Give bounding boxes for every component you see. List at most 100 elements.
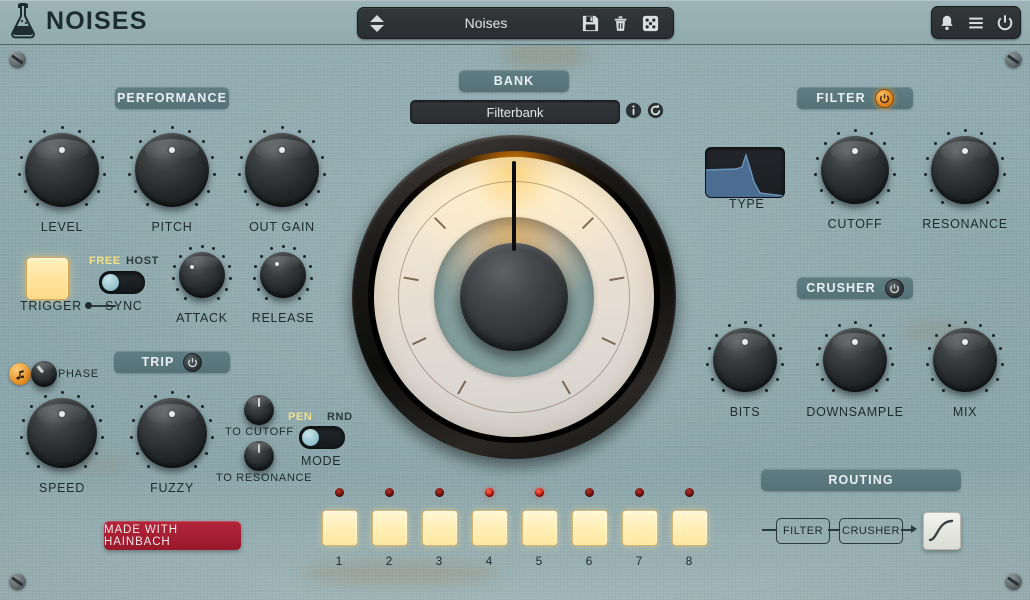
lowpass-curve-icon — [706, 148, 784, 197]
attack-knob[interactable]: ATTACK — [171, 244, 233, 325]
knob-dial[interactable] — [129, 390, 215, 476]
filter-type-display[interactable] — [705, 147, 785, 198]
pad-button[interactable] — [672, 510, 708, 546]
bits-knob-label: BITS — [730, 405, 761, 419]
panel-screw — [9, 51, 26, 68]
downsample-knob[interactable]: DOWNSAMPLE — [815, 320, 895, 419]
power-icon[interactable] — [996, 14, 1014, 32]
info-icon[interactable] — [625, 102, 642, 119]
knob-body — [823, 328, 887, 392]
bank-selector[interactable]: Filterbank — [410, 100, 620, 124]
sync-toggle[interactable] — [99, 271, 145, 294]
to-resonance-knob[interactable] — [244, 441, 274, 471]
triangle-down-icon[interactable] — [370, 25, 384, 32]
routing-stage-crusher-label: CRUSHER — [842, 525, 900, 537]
downsample-knob-label: DOWNSAMPLE — [806, 405, 903, 419]
knob-dial[interactable] — [925, 320, 1005, 400]
knob-body — [135, 133, 209, 207]
window-controls — [931, 6, 1021, 39]
knob-body — [245, 133, 319, 207]
knob-dial[interactable] — [17, 125, 107, 215]
routing-link-line — [828, 529, 839, 531]
crusher-power-button[interactable] — [885, 279, 904, 298]
resonance-knob[interactable]: RESONANCE — [923, 128, 1007, 231]
pad-led — [685, 488, 694, 497]
triangle-up-icon[interactable] — [370, 15, 384, 22]
pad-button[interactable] — [522, 510, 558, 546]
knob-center-cap[interactable] — [460, 243, 568, 351]
routing-stage-crusher[interactable]: CRUSHER — [839, 518, 903, 544]
mode-toggle[interactable] — [299, 426, 345, 449]
knob-body — [27, 398, 97, 468]
routing-curve-button[interactable] — [923, 512, 961, 550]
preset-stepper[interactable] — [363, 15, 391, 32]
mix-knob[interactable]: MIX — [925, 320, 1005, 419]
plugin-window: NOISES Noises — [0, 0, 1030, 600]
pad-button[interactable] — [472, 510, 508, 546]
trigger-button[interactable] — [26, 257, 69, 300]
out-gain-knob[interactable]: OUT GAIN — [237, 125, 327, 234]
bits-knob[interactable]: BITS — [705, 320, 785, 419]
routing-arrow-icon — [911, 525, 917, 533]
routing-stage-filter[interactable]: FILTER — [776, 518, 830, 544]
trash-icon[interactable] — [611, 14, 630, 33]
mode-toggle-rnd-label[interactable]: RND — [327, 411, 353, 423]
preset-bar[interactable]: Noises — [357, 7, 674, 39]
mode-toggle-knob[interactable] — [302, 429, 319, 446]
pad-button[interactable] — [422, 510, 458, 546]
knob-dial[interactable] — [244, 395, 274, 425]
knob-dial[interactable] — [252, 244, 314, 306]
cutoff-knob[interactable]: CUTOFF — [813, 128, 897, 231]
refresh-icon[interactable] — [647, 102, 664, 119]
pad-button[interactable] — [622, 510, 658, 546]
pad-led — [385, 488, 394, 497]
knob-dial[interactable] — [815, 320, 895, 400]
knob-dial[interactable] — [244, 441, 274, 471]
dice-icon[interactable] — [641, 14, 660, 33]
trip-note-button[interactable] — [9, 363, 31, 385]
filter-power-button[interactable] — [875, 89, 894, 108]
pad-button[interactable] — [572, 510, 608, 546]
knob-dial[interactable] — [19, 390, 105, 476]
knob-dial[interactable] — [813, 128, 897, 212]
trip-power-button[interactable] — [183, 353, 202, 372]
pitch-knob[interactable]: PITCH — [127, 125, 217, 234]
cutoff-knob-label: CUTOFF — [828, 217, 883, 231]
knob-pointer — [512, 161, 516, 251]
phase-knob[interactable] — [31, 361, 57, 387]
routing-stage-filter-label: FILTER — [783, 525, 823, 537]
preset-name[interactable]: Noises — [391, 15, 581, 31]
pad-number-label: 6 — [572, 554, 606, 568]
panel-screw — [1005, 51, 1022, 68]
pad-number-label: 4 — [472, 554, 506, 568]
knob-indicator — [258, 444, 261, 453]
knob-body — [179, 252, 225, 298]
knob-dial[interactable] — [237, 125, 327, 215]
knob-dial[interactable] — [171, 244, 233, 306]
performance-header-label: PERFORMANCE — [117, 91, 227, 105]
bank-macro-knob[interactable] — [352, 135, 676, 459]
knob-dial[interactable] — [705, 320, 785, 400]
floppy-disk-icon[interactable] — [581, 14, 600, 33]
fuzzy-knob[interactable]: FUZZY — [129, 390, 215, 495]
to-resonance-label: TO RESONANCE — [216, 472, 312, 484]
speed-knob[interactable]: SPEED — [19, 390, 105, 495]
sync-toggle-knob[interactable] — [102, 274, 119, 291]
mode-label: MODE — [301, 454, 341, 468]
pad-button[interactable] — [372, 510, 408, 546]
knob-dial[interactable] — [923, 128, 1007, 212]
knob-dial[interactable] — [127, 125, 217, 215]
knob-dial[interactable] — [31, 361, 57, 387]
level-knob[interactable]: LEVEL — [17, 125, 107, 234]
bell-icon[interactable] — [938, 14, 956, 32]
mode-toggle-pen-label[interactable]: PEN — [288, 411, 312, 423]
to-cutoff-knob[interactable] — [244, 395, 274, 425]
top-bar: NOISES Noises — [0, 0, 1030, 45]
hamburger-menu-icon[interactable] — [967, 14, 985, 32]
sync-toggle-host-label[interactable]: HOST — [126, 255, 159, 267]
pad-led — [635, 488, 644, 497]
release-knob[interactable]: RELEASE — [252, 244, 314, 325]
to-cutoff-label: TO CUTOFF — [225, 426, 294, 438]
sync-toggle-free-label[interactable]: FREE — [89, 255, 121, 267]
pad-button[interactable] — [322, 510, 358, 546]
